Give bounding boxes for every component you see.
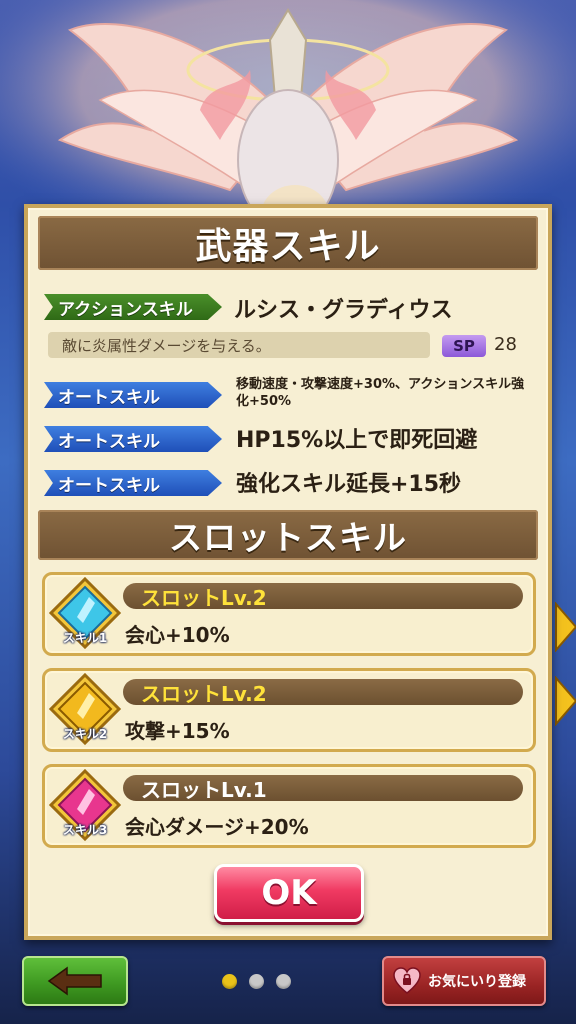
slot-skill-card[interactable]: スキル1 スロットLv.2 会心+10% <box>42 572 536 656</box>
page-indicator <box>222 974 291 989</box>
slot-skill-header: スロットスキル <box>38 510 538 560</box>
sp-badge: SP <box>442 335 486 357</box>
weapon-skill-dialog: 武器スキル アクションスキル ルシス・グラディウス 敵に炎属性ダメージを与える。… <box>24 204 552 940</box>
sp-value: 28 <box>494 334 517 355</box>
auto-skill-text: 移動速度・攻撃速度+30%、アクションスキル強化+50% <box>236 377 525 409</box>
slot-level: スロットLv.2 <box>123 583 523 610</box>
ok-button[interactable]: OK <box>214 864 364 922</box>
auto-skill-text: 強化スキル延長+15秒 <box>236 472 462 497</box>
slot-effect: 攻撃+15% <box>125 719 230 743</box>
auto-skill-tag: オートスキル <box>44 426 222 452</box>
dialog-title: 武器スキル <box>38 216 538 270</box>
slot-icon-label: スキル1 <box>62 631 108 645</box>
slot-skill-card[interactable]: スキル3 スロットLv.1 会心ダメージ+20% <box>42 764 536 848</box>
auto-skill-text: HP15%以上で即死回避 <box>236 428 478 453</box>
slot-icon-label: スキル2 <box>62 727 108 741</box>
next-item-arrow[interactable] <box>554 675 576 727</box>
action-skill-tag: アクションスキル <box>44 294 222 320</box>
page-dot[interactable] <box>222 974 237 989</box>
back-button[interactable] <box>22 956 128 1006</box>
slot-skill-card[interactable]: スキル2 スロットLv.2 攻撃+15% <box>42 668 536 752</box>
auto-skill-tag: オートスキル <box>44 382 222 408</box>
slot-level: スロットLv.2 <box>123 679 523 706</box>
action-skill-description: 敵に炎属性ダメージを与える。 <box>48 332 430 358</box>
favorite-label: お気にいり登録 <box>428 974 526 990</box>
slot-effect: 会心ダメージ+20% <box>125 815 309 839</box>
next-page-arrow[interactable] <box>554 601 576 653</box>
slot-level: スロットLv.1 <box>123 775 523 802</box>
page-dot[interactable] <box>249 974 264 989</box>
favorite-button[interactable]: お気にいり登録 <box>382 956 546 1006</box>
auto-skill-tag: オートスキル <box>44 470 222 496</box>
action-skill-name: ルシス・グラディウス <box>234 298 453 323</box>
back-arrow-icon <box>47 966 102 996</box>
page-dot[interactable] <box>276 974 291 989</box>
heart-lock-icon <box>393 967 421 994</box>
slot-icon-label: スキル3 <box>62 823 108 837</box>
slot-effect: 会心+10% <box>125 623 230 647</box>
